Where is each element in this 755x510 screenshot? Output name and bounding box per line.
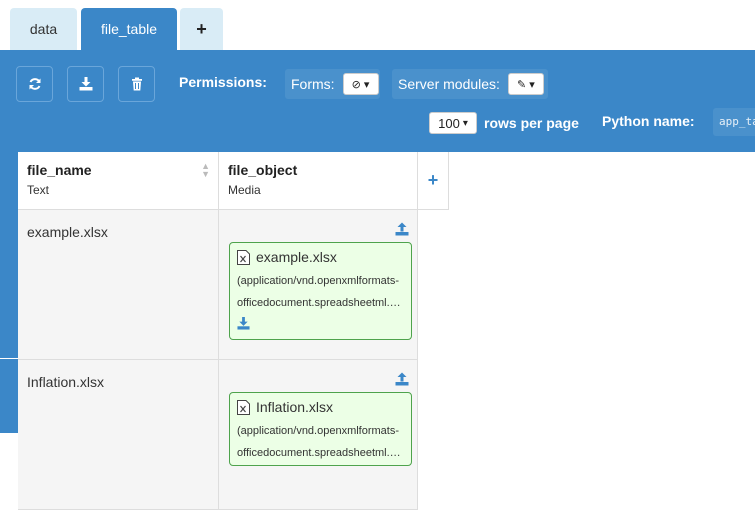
no-access-icon: ⊘ <box>351 78 361 91</box>
server-modules-label: Server modules: <box>398 76 500 92</box>
column-name: file_object <box>228 162 298 178</box>
download-button[interactable] <box>67 66 104 102</box>
column-type: Media <box>228 183 261 197</box>
media-content-type-cont: officedocument.spreadsheetml.sheet) <box>237 297 404 309</box>
table-row: example.xlsx <box>18 210 219 360</box>
caret-down-icon: ▾ <box>526 78 535 91</box>
media-content-type: (application/vnd.openxmlformats- <box>237 425 400 437</box>
table-row: Inflation.xlsx <box>18 360 219 510</box>
column-type: Text <box>27 183 50 197</box>
excel-file-icon <box>237 399 250 415</box>
permissions-label: Permissions: <box>179 74 267 90</box>
file-object-cell: example.xlsx (application/vnd.openxmlfor… <box>219 210 418 360</box>
server-modules-permission: Server modules: ✎ ▾ <box>392 69 548 99</box>
add-column-button[interactable]: + <box>418 152 449 210</box>
media-file-name: Inflation.xlsx <box>256 399 334 415</box>
column-name: file_name <box>27 162 92 178</box>
row-gutter <box>0 152 18 433</box>
forms-label: Forms: <box>291 76 335 92</box>
caret-down-icon: ▾ <box>360 78 370 91</box>
delete-table-button[interactable] <box>118 66 155 102</box>
media-content-type: (application/vnd.openxmlformats- <box>237 275 400 287</box>
sort-icon[interactable]: ▲ ▼ <box>201 162 210 179</box>
server-modules-permission-select[interactable]: ✎ ▾ <box>507 73 544 95</box>
column-header-file-name[interactable]: file_name Text ▲ ▼ <box>18 152 219 210</box>
forms-permission-select[interactable]: ⊘ ▾ <box>342 73 379 95</box>
tab-bar: data file_table + <box>0 0 755 50</box>
media-object[interactable]: example.xlsx (application/vnd.openxmlfor… <box>229 242 412 340</box>
download-icon <box>79 77 92 91</box>
upload-icon[interactable] <box>395 222 409 236</box>
download-icon[interactable] <box>237 317 250 330</box>
tab-file-table[interactable]: file_table <box>81 8 177 50</box>
refresh-button[interactable] <box>16 66 53 102</box>
edit-pencil-icon: ✎ <box>517 78 527 91</box>
forms-permission: Forms: ⊘ ▾ <box>285 69 380 99</box>
rows-per-page-select[interactable]: 100 ▾ <box>429 112 477 134</box>
table-toolbar: Permissions: Forms: ⊘ ▾ Server modules: … <box>0 50 755 152</box>
file-name-cell[interactable]: Inflation.xlsx <box>18 360 218 404</box>
file-object-cell: Inflation.xlsx (application/vnd.openxmlf… <box>219 360 418 510</box>
refresh-icon <box>29 78 40 90</box>
rows-per-page-label: rows per page <box>484 115 579 131</box>
tab-data[interactable]: data <box>10 8 77 50</box>
excel-file-icon <box>237 249 250 265</box>
trash-icon <box>131 77 142 91</box>
row-divider <box>0 358 18 359</box>
python-name-label: Python name: <box>602 113 695 129</box>
python-name-field[interactable]: app_tables.file_table <box>713 108 755 136</box>
media-content-type-cont: officedocument.spreadsheetml.sheet) <box>237 447 404 459</box>
media-object[interactable]: Inflation.xlsx (application/vnd.openxmlf… <box>229 392 412 466</box>
column-header-file-object[interactable]: file_object Media <box>219 152 418 210</box>
rows-per-page-value: 100 <box>438 115 460 131</box>
upload-icon[interactable] <box>395 372 409 386</box>
add-table-tab[interactable]: + <box>180 8 223 50</box>
chevron-down-icon: ▾ <box>462 117 468 129</box>
media-file-name: example.xlsx <box>256 249 337 265</box>
file-name-cell[interactable]: example.xlsx <box>18 210 218 254</box>
